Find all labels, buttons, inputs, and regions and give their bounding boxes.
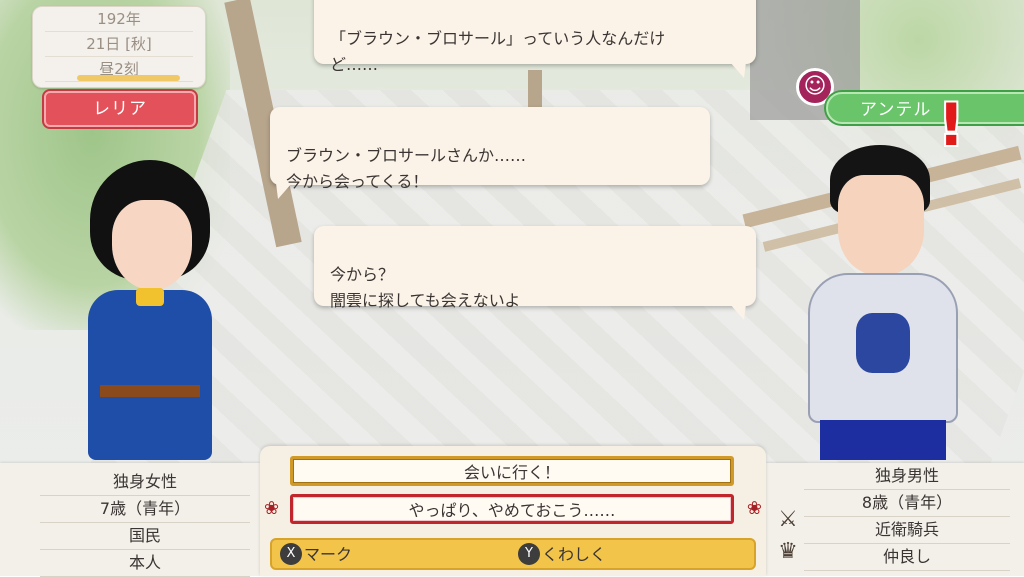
character-antel: [790, 145, 980, 460]
date-panel: 192年 21日 [秋] 昼2刻: [32, 6, 206, 88]
crown-icon: ♛: [778, 539, 798, 564]
y-button-icon: Y: [518, 543, 540, 565]
info-relation: 仲良し: [804, 544, 1010, 571]
character-lelia: [60, 160, 240, 460]
lelia-face: [112, 200, 192, 290]
bubble-tail: [730, 304, 746, 320]
info-age: 8歳（青年）: [804, 490, 1010, 517]
antel-legs: [820, 420, 946, 460]
dialogue-text: ブラウン・ブロサールさんか…… 今から会ってくる！: [286, 146, 527, 191]
wooden-post: [528, 70, 542, 110]
lelia-belt: [100, 385, 200, 397]
bubble-tail: [276, 183, 292, 199]
mark-button[interactable]: X マーク: [280, 543, 352, 567]
speech-bubble: ブラウン・ブロサールさんか…… 今から会ってくる！: [270, 107, 710, 199]
antel-emblem: [856, 313, 910, 373]
ornament-left-icon: ❀: [264, 498, 280, 519]
day-label: 21日 [秋]: [45, 32, 193, 57]
choice-panel: 会いに行く！ ❀ やっぱり、やめておこう…… ❀ X マーク Y くわしく: [260, 446, 766, 576]
left-character-info: 独身女性 7歳（青年） 国民 本人: [0, 463, 260, 577]
lelia-dress: [88, 290, 212, 460]
dialogue-text: 今から？ 闇雲に探しても会えないよ: [330, 265, 521, 310]
name-plate-left[interactable]: レリア: [44, 91, 196, 127]
info-occupation: 近衛騎兵: [804, 517, 1010, 544]
year-label: 192年: [45, 7, 193, 32]
bubble-tail: [730, 62, 746, 78]
right-character-info: ⚔ ♛ 独身男性 8歳（青年） 近衛騎兵 仲良し: [766, 463, 1024, 576]
speech-bubble: 今から？ 闇雲に探しても会えないよ: [314, 226, 756, 320]
name-plate-right[interactable]: アンテル: [826, 92, 1024, 124]
info-marital: 独身女性: [40, 469, 250, 496]
choice-go-meet[interactable]: 会いに行く！: [290, 456, 734, 486]
info-occupation: 国民: [40, 523, 250, 550]
lelia-ribbon: [136, 288, 164, 306]
crossed-swords-icon: ⚔: [778, 507, 798, 532]
antel-face: [838, 175, 924, 275]
mark-label: マーク: [304, 545, 353, 564]
ornament-right-icon: ❀: [746, 498, 762, 519]
info-age: 7歳（青年）: [40, 496, 250, 523]
details-label: くわしく: [542, 545, 607, 564]
info-relation: 本人: [40, 550, 250, 577]
details-button[interactable]: Y くわしく: [518, 543, 606, 567]
time-progress-bar: [77, 75, 180, 81]
x-button-icon: X: [280, 543, 302, 565]
info-marital: 独身男性: [804, 463, 1010, 490]
choice-cancel[interactable]: やっぱり、やめておこう……: [290, 494, 734, 524]
speech-bubble: 「ブラウン・ブロサール」っていう人なんだけ ど……: [314, 0, 756, 78]
exclamation-icon: !: [938, 91, 965, 159]
button-hint-bar: X マーク Y くわしく: [270, 538, 756, 570]
